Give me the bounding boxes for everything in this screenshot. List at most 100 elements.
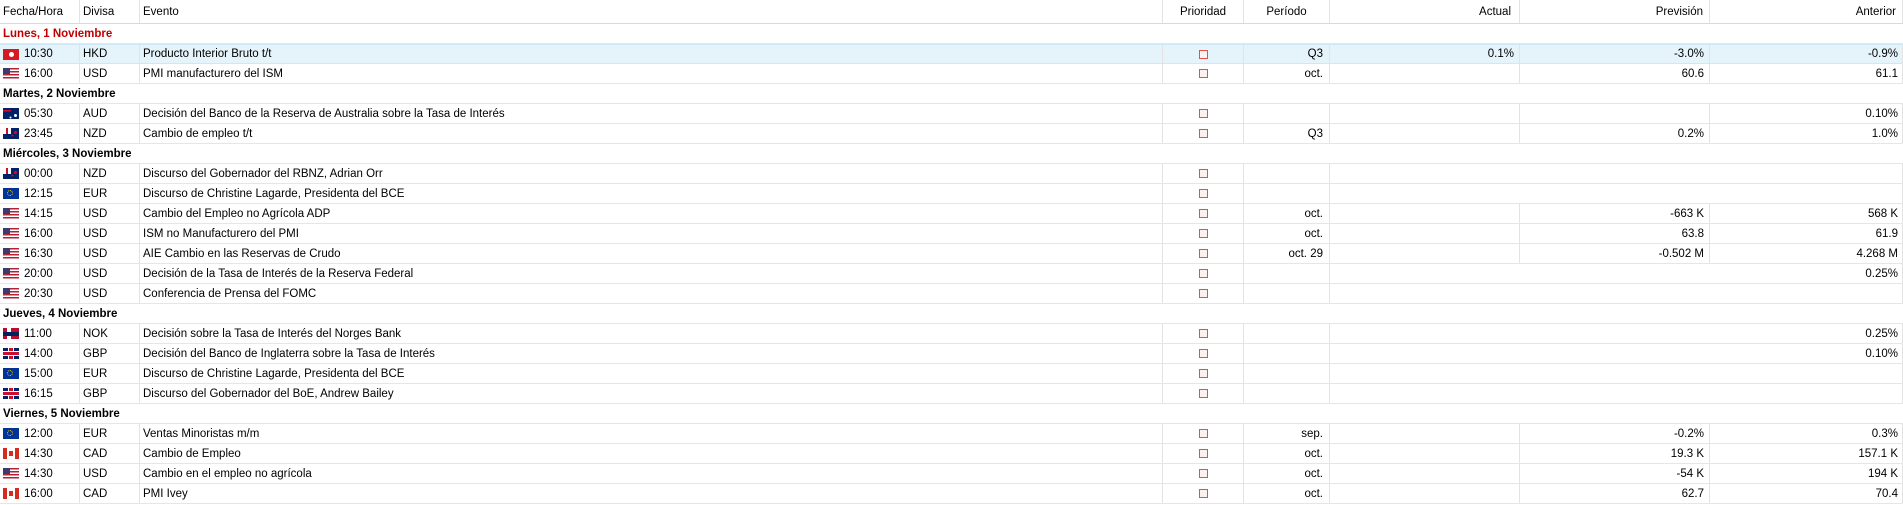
- priority-checkbox[interactable]: [1198, 389, 1208, 398]
- time-cell: 16:00: [0, 64, 80, 83]
- event-row[interactable]: 14:00 GBP Decisión del Banco de Inglaterra…: [0, 344, 1903, 364]
- flag-us-icon: [3, 288, 19, 299]
- event-row[interactable]: 10:30 HKD Producto Interior Bruto t/t Q3 0.1…: [0, 44, 1903, 64]
- event-row[interactable]: 23:45 NZD Cambio de empleo t/t Q3 0.2% 1.0%: [0, 124, 1903, 144]
- event-row[interactable]: 15:00 EUR Discurso de Christine Lagarde, P…: [0, 364, 1903, 384]
- flag-us-icon: [3, 468, 19, 479]
- period-cell: [1244, 284, 1330, 303]
- currency-cell: CAD: [80, 484, 140, 503]
- column-header-event[interactable]: Evento: [140, 0, 1163, 23]
- priority-checkbox[interactable]: [1198, 269, 1208, 278]
- flag-us-icon: [3, 228, 19, 239]
- actual-forecast-merged-cell: [1330, 324, 1710, 343]
- time-cell: 15:00: [0, 364, 80, 383]
- values-merged-cell: [1330, 184, 1903, 203]
- period-cell: oct.: [1244, 64, 1330, 83]
- column-header-time[interactable]: Fecha/Hora: [0, 0, 80, 23]
- priority-checkbox[interactable]: [1198, 229, 1208, 238]
- priority-checkbox[interactable]: [1198, 209, 1208, 218]
- priority-cell: [1163, 324, 1244, 343]
- time-label: 16:00: [24, 67, 53, 80]
- period-cell: [1244, 104, 1330, 123]
- event-row[interactable]: 00:00 NZD Discurso del Gobernador del RBNZ…: [0, 164, 1903, 184]
- actual-cell: [1330, 444, 1520, 463]
- period-cell: oct.: [1244, 444, 1330, 463]
- currency-cell: NZD: [80, 124, 140, 143]
- column-header-previous[interactable]: Anterior: [1710, 0, 1903, 23]
- forecast-cell: -0.502 M: [1520, 244, 1710, 263]
- event-row[interactable]: 16:00 CAD PMI Ivey oct. 62.7 70.4: [0, 484, 1903, 504]
- time-label: 10:30: [24, 48, 53, 60]
- event-row[interactable]: 12:00 EUR Ventas Minoristas m/m sep. -0.2% 0.…: [0, 424, 1903, 444]
- time-cell: 14:00: [0, 344, 80, 363]
- period-cell: sep.: [1244, 424, 1330, 443]
- priority-checkbox[interactable]: [1198, 189, 1208, 198]
- time-label: 12:00: [24, 427, 53, 440]
- event-row[interactable]: 11:00 NOK Decisión sobre la Tasa de Interé…: [0, 324, 1903, 344]
- priority-checkbox[interactable]: [1198, 429, 1208, 438]
- previous-cell: 70.4: [1710, 484, 1903, 503]
- priority-checkbox[interactable]: [1198, 109, 1208, 118]
- event-row[interactable]: 16:00 USD ISM no Manufacturero del PMI oct.…: [0, 224, 1903, 244]
- time-label: 15:00: [24, 367, 53, 380]
- currency-cell: USD: [80, 464, 140, 483]
- flag-us-icon: [3, 68, 19, 79]
- priority-checkbox[interactable]: [1198, 129, 1208, 138]
- event-row[interactable]: 05:30 AUD Decisión del Banco de la Reserva…: [0, 104, 1903, 124]
- event-row[interactable]: 16:00 USD PMI manufacturero del ISM oct. 60.…: [0, 64, 1903, 84]
- forecast-cell: -3.0%: [1520, 45, 1710, 63]
- priority-cell: [1163, 45, 1244, 63]
- column-header-priority[interactable]: Prioridad: [1163, 0, 1244, 23]
- event-row[interactable]: 16:30 USD AIE Cambio en las Reservas de Cr…: [0, 244, 1903, 264]
- event-cell: Cambio del Empleo no Agrícola ADP: [140, 204, 1163, 223]
- event-row[interactable]: 20:30 USD Conferencia de Prensa del FOMC: [0, 284, 1903, 304]
- actual-cell: [1330, 224, 1520, 243]
- period-cell: oct. 29: [1244, 244, 1330, 263]
- priority-checkbox[interactable]: [1198, 489, 1208, 498]
- time-cell: 05:30: [0, 104, 80, 123]
- event-row[interactable]: 16:15 GBP Discurso del Gobernador del BoE,…: [0, 384, 1903, 404]
- event-row[interactable]: 12:15 EUR Discurso de Christine Lagarde, P…: [0, 184, 1903, 204]
- forecast-cell: 19.3 K: [1520, 444, 1710, 463]
- priority-checkbox[interactable]: [1198, 349, 1208, 358]
- day-label: Jueves, 4 Noviembre: [3, 307, 118, 320]
- event-cell: PMI manufacturero del ISM: [140, 64, 1163, 83]
- priority-checkbox[interactable]: [1198, 249, 1208, 258]
- flag-eu-icon: [3, 428, 19, 439]
- priority-checkbox[interactable]: [1198, 169, 1208, 178]
- priority-checkbox[interactable]: [1198, 69, 1208, 78]
- priority-checkbox[interactable]: [1198, 289, 1208, 298]
- period-cell: [1244, 264, 1330, 283]
- flag-us-icon: [3, 248, 19, 259]
- period-cell: Q3: [1244, 124, 1330, 143]
- day-group-header: Lunes, 1 Noviembre: [0, 24, 1903, 44]
- column-header-actual[interactable]: Actual: [1330, 0, 1520, 23]
- priority-checkbox[interactable]: [1198, 49, 1208, 59]
- event-row[interactable]: 14:15 USD Cambio del Empleo no Agrícola AD…: [0, 204, 1903, 224]
- period-cell: [1244, 364, 1330, 383]
- priority-cell: [1163, 464, 1244, 483]
- currency-cell: HKD: [80, 45, 140, 63]
- time-cell: 00:00: [0, 164, 80, 183]
- flag-nz-icon: [3, 168, 19, 179]
- priority-checkbox[interactable]: [1198, 469, 1208, 478]
- event-cell: AIE Cambio en las Reservas de Crudo: [140, 244, 1163, 263]
- time-label: 16:00: [24, 487, 53, 500]
- priority-cell: [1163, 124, 1244, 143]
- column-header-period[interactable]: Período: [1244, 0, 1330, 23]
- event-row[interactable]: 20:00 USD Decisión de la Tasa de Interés d…: [0, 264, 1903, 284]
- forecast-cell: [1520, 104, 1710, 123]
- time-label: 16:30: [24, 247, 53, 260]
- event-row[interactable]: 14:30 CAD Cambio de Empleo oct. 19.3 K 157.1 …: [0, 444, 1903, 464]
- time-label: 05:30: [24, 107, 53, 120]
- column-header-forecast[interactable]: Previsión: [1520, 0, 1710, 23]
- priority-checkbox[interactable]: [1198, 329, 1208, 338]
- column-header-currency[interactable]: Divisa: [80, 0, 140, 23]
- actual-cell: [1330, 484, 1520, 503]
- flag-ca-icon: [3, 488, 19, 499]
- priority-checkbox[interactable]: [1198, 449, 1208, 458]
- priority-cell: [1163, 184, 1244, 203]
- priority-checkbox[interactable]: [1198, 369, 1208, 378]
- period-cell: [1244, 384, 1330, 403]
- event-row[interactable]: 14:30 USD Cambio en el empleo no agrícola o…: [0, 464, 1903, 484]
